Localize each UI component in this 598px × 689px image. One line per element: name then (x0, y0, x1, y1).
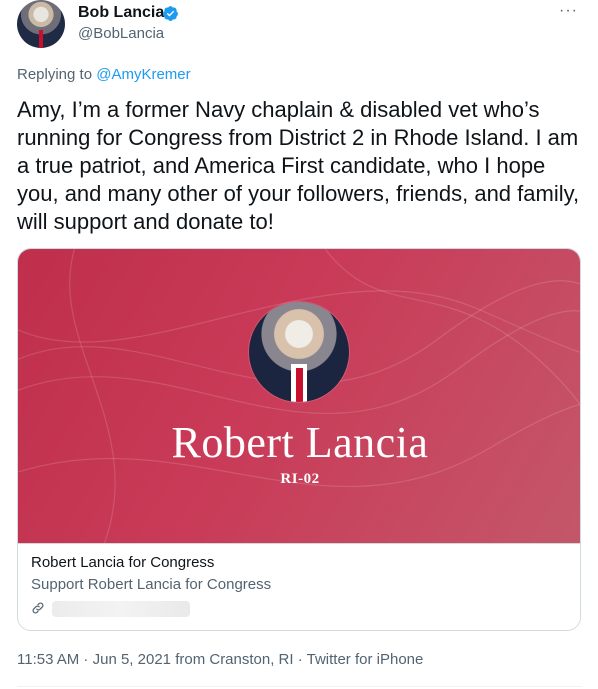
card-description: Support Robert Lancia for Congress (31, 576, 272, 593)
replying-to: Replying to @AmyKremer (17, 66, 191, 83)
divider (17, 686, 582, 687)
card-image-headline: Robert Lancia (171, 418, 429, 467)
verified-badge-icon (163, 6, 178, 21)
card-image[interactable]: Robert Lancia RI-02 (18, 249, 580, 543)
tweet-meta: 11:53 AM · Jun 5, 2021 from Cranston, RI… (17, 651, 423, 668)
tweet-source[interactable]: Twitter for iPhone (307, 651, 424, 668)
tweet-time[interactable]: 11:53 AM (17, 651, 79, 668)
replying-to-prefix: Replying to (17, 66, 97, 83)
card-url-redacted (52, 601, 190, 617)
link-icon (32, 602, 44, 614)
author-handle[interactable]: @BobLancia (78, 25, 164, 42)
tweet-date[interactable]: Jun 5, 2021 (93, 651, 171, 668)
link-preview-card[interactable]: Robert Lancia RI-02 Robert Lancia for Co… (17, 248, 581, 631)
more-options-icon[interactable]: ··· (559, 2, 578, 20)
card-title: Robert Lancia for Congress (31, 554, 215, 571)
card-image-subtitle: RI-02 (280, 471, 320, 487)
author-display-name[interactable]: Bob Lancia (78, 4, 164, 22)
tweet-location: from Cranston, RI (175, 651, 294, 668)
author-avatar[interactable] (17, 0, 65, 48)
meta-separator: · (79, 651, 93, 668)
candidate-portrait (249, 302, 349, 402)
portrait-tie (296, 368, 303, 402)
avatar-tie (39, 30, 43, 48)
tweet-text: Amy, I’m a former Navy chaplain & disabl… (17, 97, 580, 234)
meta-separator-2: · (293, 651, 307, 668)
card-footer[interactable]: Robert Lancia for Congress Support Rober… (18, 543, 580, 630)
replying-to-link[interactable]: @AmyKremer (96, 66, 190, 83)
